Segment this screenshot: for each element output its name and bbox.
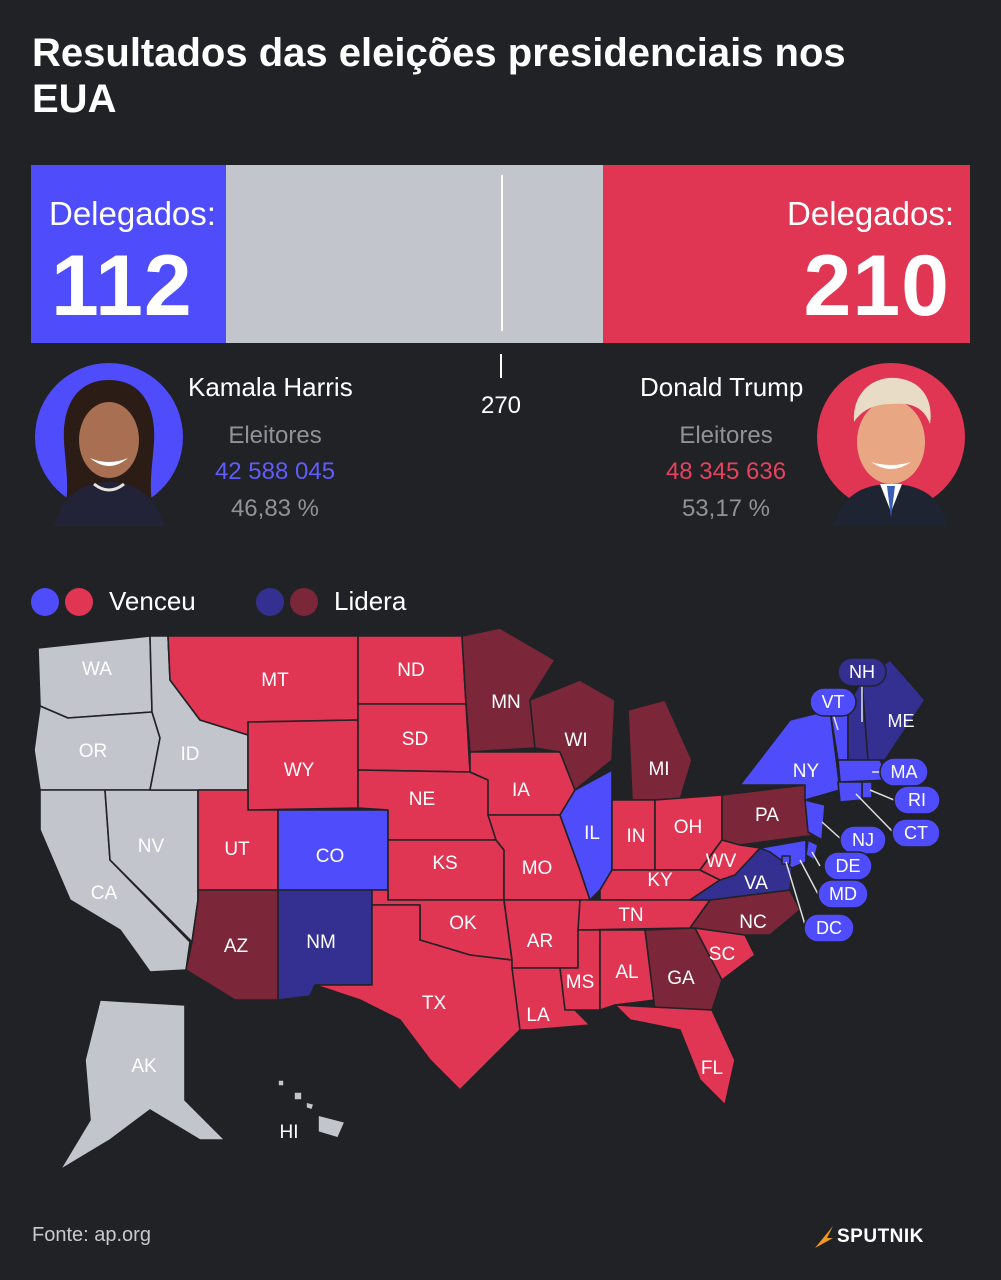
label-MN: MN [491, 692, 521, 713]
label-MS: MS [566, 972, 595, 993]
label-GA: GA [667, 968, 695, 989]
sputnik-logo-icon [815, 1226, 833, 1248]
label-VT: VT [821, 692, 844, 712]
label-MO: MO [522, 858, 553, 879]
label-NJ: NJ [852, 830, 874, 850]
trump-delegates-segment: Delegados: 210 [603, 165, 970, 343]
label-FL: FL [701, 1058, 723, 1079]
label-MD: MD [829, 884, 857, 904]
trump-delegates-label: Delegados: [787, 195, 954, 232]
threshold-tick [500, 354, 502, 378]
label-KS: KS [432, 853, 457, 874]
legend-won-label: Venceu [109, 586, 196, 616]
label-ND: ND [397, 660, 424, 681]
state-TN [577, 899, 711, 931]
majority-line [501, 175, 504, 331]
label-MI: MI [648, 759, 669, 780]
trump-percent: 53,17 % [681, 495, 771, 522]
harris-delegates-count: 112 [51, 238, 193, 334]
label-CT: CT [904, 823, 928, 843]
brand-name: SPUTNIK [837, 1226, 924, 1247]
label-NC: NC [739, 912, 766, 933]
delegate-bar: Delegados: 112 Delegados: 210 [31, 165, 970, 343]
label-ME: ME [888, 711, 915, 731]
state-AK [59, 999, 226, 1171]
legend-rep-lead-dot [290, 588, 318, 616]
label-WY: WY [284, 760, 315, 781]
trump-portrait-icon [817, 363, 965, 526]
legend-dem-won-dot [31, 588, 59, 616]
legend-rep-won-dot [65, 588, 93, 616]
trump-delegates-count: 210 [803, 238, 950, 334]
threshold-label: 270 [480, 392, 522, 419]
label-UT: UT [224, 839, 250, 860]
label-VA: VA [744, 873, 768, 894]
us-map: WA OR CA NV ID MT WY UT CO AZ NM ND SD N… [33, 627, 941, 1171]
label-TX: TX [422, 993, 447, 1014]
harris-votes: 42 588 045 [214, 458, 336, 485]
sputnik-logo: SPUTNIK [813, 1222, 943, 1252]
label-OK: OK [449, 913, 477, 934]
harris-delegates-label: Delegados: [49, 195, 216, 232]
legend-leading-label: Lidera [334, 586, 407, 616]
label-CA: CA [91, 883, 118, 904]
label-AR: AR [527, 931, 553, 952]
label-SC: SC [709, 944, 735, 965]
trump-name: Donald Trump [640, 372, 804, 402]
label-NY: NY [793, 761, 820, 782]
label-OR: OR [79, 741, 108, 762]
label-KY: KY [647, 870, 673, 891]
label-WV: WV [706, 851, 737, 872]
label-NH: NH [849, 662, 875, 682]
label-MA: MA [891, 762, 918, 782]
label-WI: WI [564, 730, 587, 751]
state-DE [805, 839, 819, 861]
label-DC: DC [816, 918, 842, 938]
label-LA: LA [526, 1005, 550, 1026]
label-ID: ID [181, 744, 200, 765]
state-FL [614, 1004, 736, 1106]
trump-voters-label: Eleitores [679, 422, 773, 449]
state-CT [837, 781, 863, 803]
label-WA: WA [82, 659, 112, 680]
label-AL: AL [615, 962, 638, 983]
legend-dem-lead-dot [256, 588, 284, 616]
label-AK: AK [131, 1056, 157, 1077]
label-NV: NV [138, 836, 165, 857]
label-MT: MT [261, 670, 289, 691]
harris-name: Kamala Harris [188, 372, 353, 402]
label-CO: CO [316, 846, 345, 867]
harris-voters-label: Eleitores [228, 422, 322, 449]
harris-percent: 46,83 % [230, 495, 320, 522]
label-IA: IA [512, 780, 530, 801]
source-note: Fonte: ap.org [32, 1224, 151, 1246]
label-PA: PA [755, 805, 779, 826]
label-HI: HI [280, 1122, 299, 1143]
label-NE: NE [409, 789, 435, 810]
label-OH: OH [674, 817, 703, 838]
state-MI [627, 699, 693, 801]
label-NM: NM [306, 932, 336, 953]
page-title: Resultados das eleições presidenciais no… [32, 31, 846, 121]
harris-delegates-segment: Delegados: 112 [31, 165, 227, 343]
label-IL: IL [584, 823, 600, 844]
label-IN: IN [627, 826, 646, 847]
label-DE: DE [835, 856, 860, 876]
label-TN: TN [618, 905, 643, 926]
trump-votes: 48 345 636 [665, 458, 787, 485]
harris-portrait-icon [35, 363, 183, 526]
label-RI: RI [908, 790, 926, 810]
label-SD: SD [402, 729, 428, 750]
label-AZ: AZ [224, 936, 249, 957]
